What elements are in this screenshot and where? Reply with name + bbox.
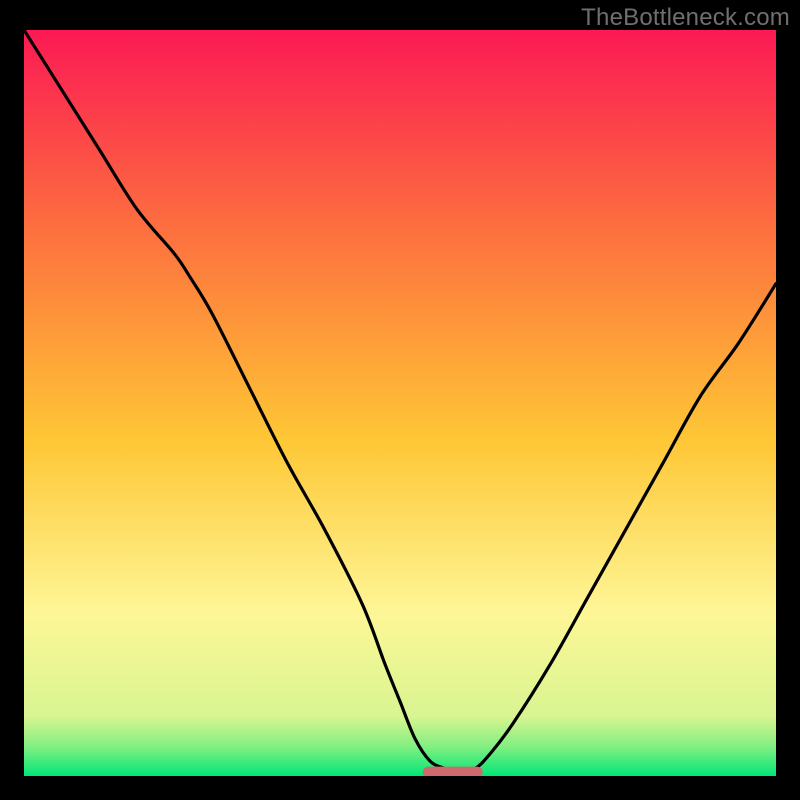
gradient-background — [24, 30, 776, 776]
bottleneck-plot — [24, 30, 776, 776]
chart-frame: TheBottleneck.com — [0, 0, 800, 800]
optimum-marker — [423, 767, 483, 776]
plot-svg — [24, 30, 776, 776]
attribution-text: TheBottleneck.com — [581, 4, 790, 32]
